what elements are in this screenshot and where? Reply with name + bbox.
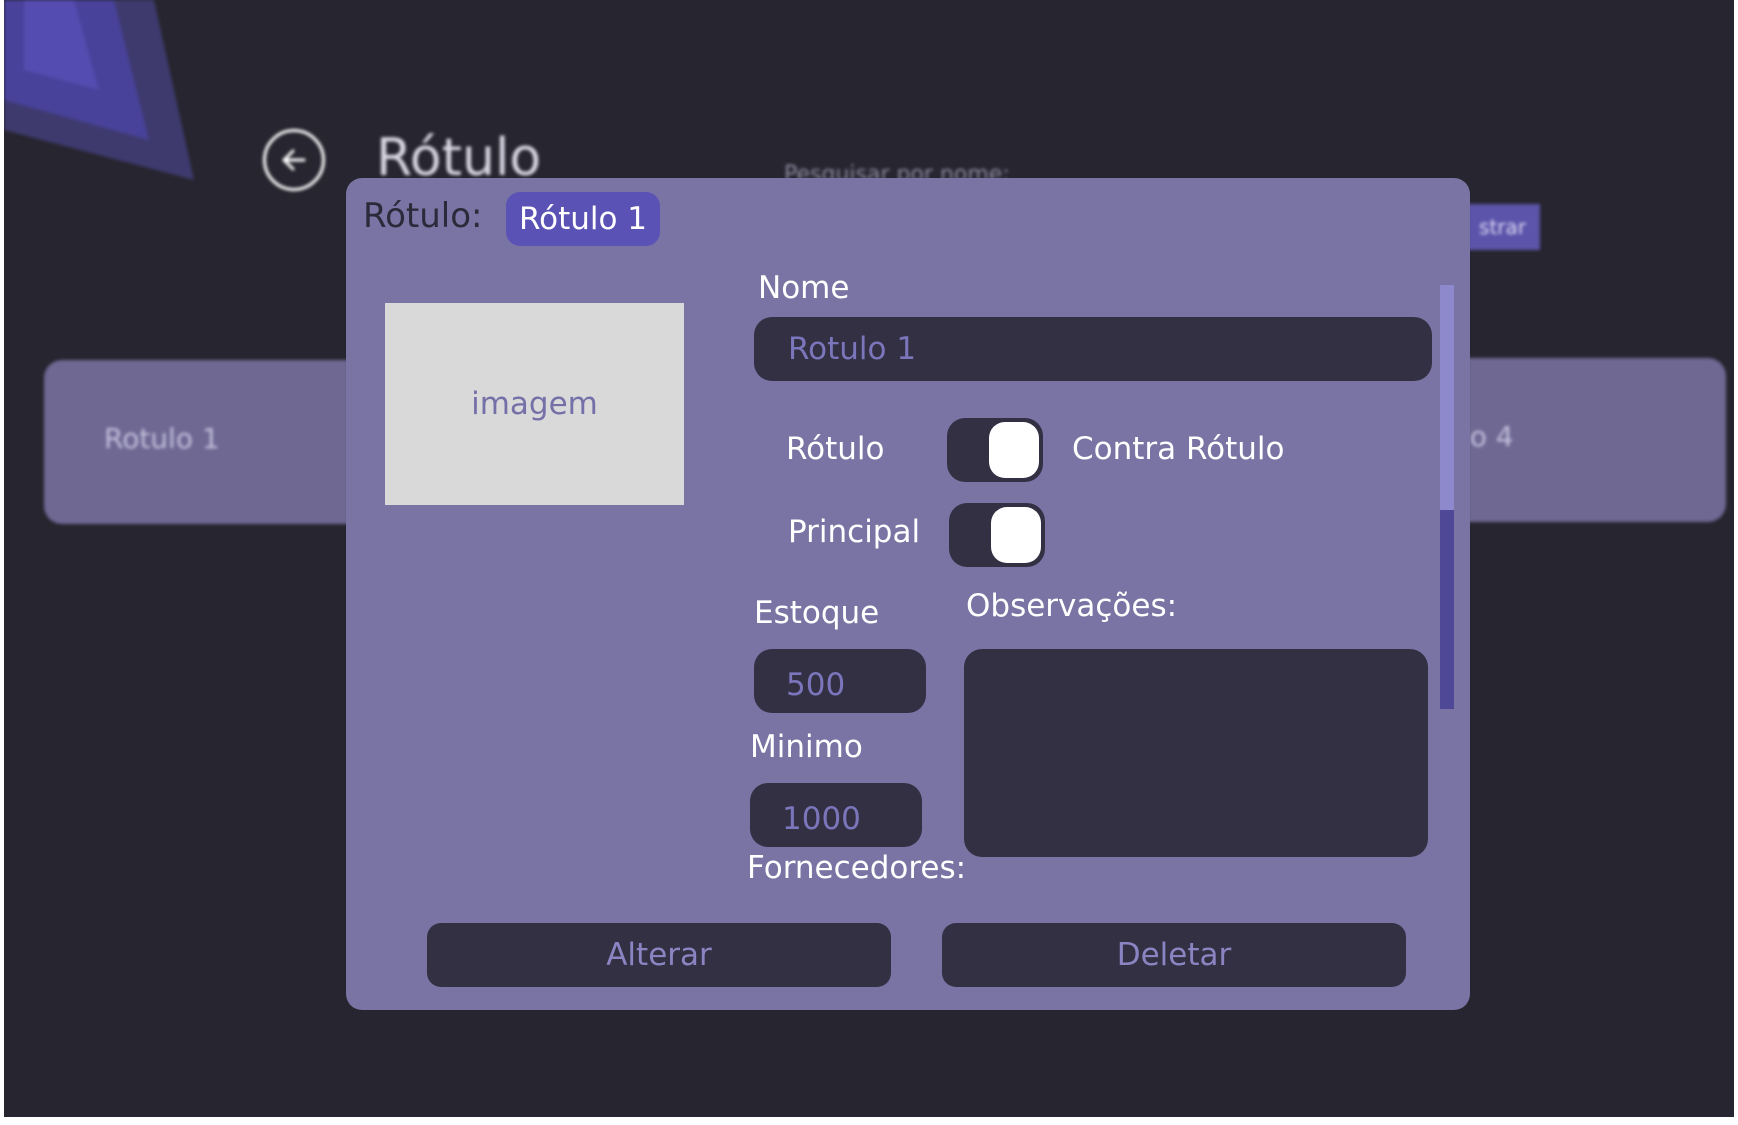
label-type-left-label: Rótulo bbox=[786, 431, 885, 467]
image-placeholder[interactable]: imagem bbox=[385, 303, 684, 505]
modal-scrollbar[interactable] bbox=[1440, 285, 1454, 709]
name-label: Nome bbox=[758, 270, 850, 306]
toggle-knob bbox=[989, 422, 1039, 478]
principal-label: Principal bbox=[788, 514, 921, 550]
label-type-toggle[interactable] bbox=[947, 418, 1043, 482]
toggle-knob bbox=[991, 507, 1041, 563]
notes-textarea[interactable] bbox=[964, 649, 1428, 857]
delete-button[interactable]: Deletar bbox=[942, 923, 1406, 987]
decorative-triangle bbox=[4, 0, 194, 180]
label-card-name: Rotulo 1 bbox=[104, 422, 220, 455]
principal-toggle[interactable] bbox=[949, 503, 1045, 567]
stock-label: Estoque bbox=[754, 595, 880, 631]
alter-button[interactable]: Alterar bbox=[427, 923, 891, 987]
image-placeholder-text: imagem bbox=[471, 386, 598, 422]
stock-input[interactable]: 500 bbox=[754, 649, 926, 713]
arrow-left-icon bbox=[282, 149, 306, 171]
back-button[interactable] bbox=[263, 129, 325, 191]
register-button-label: strar bbox=[1479, 215, 1526, 239]
app-screen: Rótulo Pesquisar por nome: strar Rotulo … bbox=[4, 0, 1734, 1117]
label-detail-modal: Rótulo: Rótulo 1 imagem Nome Rotulo 1 Ró… bbox=[346, 178, 1470, 1010]
minimum-input[interactable]: 1000 bbox=[750, 783, 922, 847]
alter-button-label: Alterar bbox=[606, 937, 712, 973]
suppliers-label: Fornecedores: bbox=[747, 850, 967, 886]
notes-label: Observações: bbox=[966, 588, 1178, 624]
name-input[interactable]: Rotulo 1 bbox=[754, 317, 1432, 381]
selected-label-chip: Rótulo 1 bbox=[506, 192, 660, 246]
scrollbar-thumb[interactable] bbox=[1440, 285, 1454, 510]
delete-button-label: Deletar bbox=[1116, 937, 1232, 973]
minimum-label: Minimo bbox=[750, 729, 863, 765]
modal-header-label: Rótulo: bbox=[363, 196, 483, 236]
label-type-right-label: Contra Rótulo bbox=[1072, 431, 1285, 467]
